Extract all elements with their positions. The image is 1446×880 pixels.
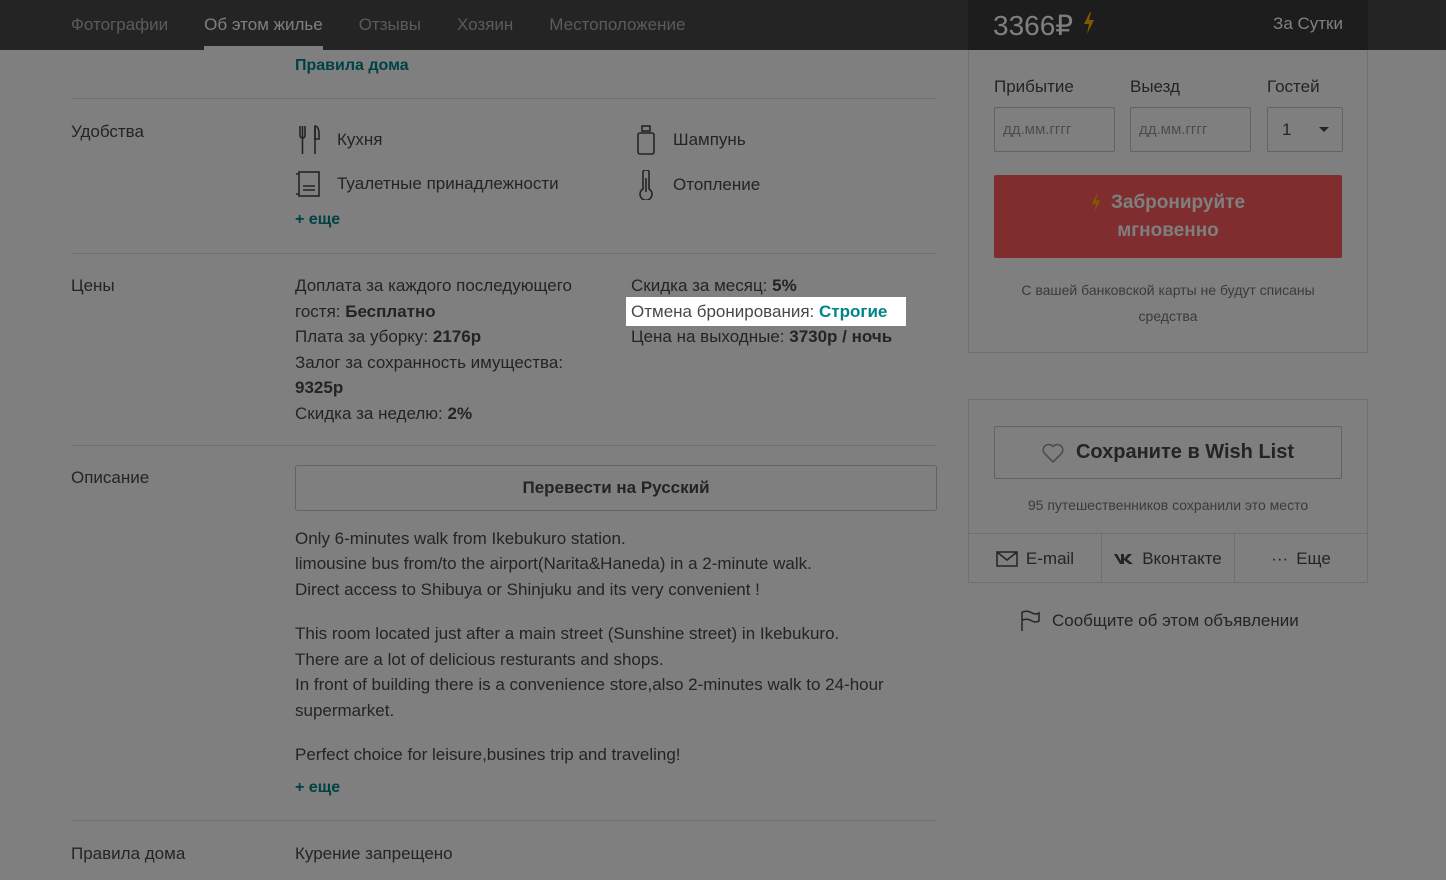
description-line: Perfect choice for leisure,busines trip … — [295, 745, 681, 764]
instant-book-button[interactable]: Забронируйте мгновенно — [994, 175, 1342, 258]
booking-card: Прибытие Выезд Гостей дд.мм.гггг дд.мм.г… — [968, 50, 1368, 353]
description-line: Direct access to Shibuya or Shinjuku and… — [295, 580, 760, 599]
toiletries-icon — [296, 171, 320, 197]
cleaning-fee-label: Плата за уборку: — [295, 327, 433, 346]
amenity-label: Кухня — [337, 130, 383, 149]
wishlist-card: Сохраните в Wish List 95 путешественнико… — [968, 399, 1368, 583]
weekend-price: Цена на выходные: 3730р / ночь — [631, 324, 892, 350]
divider — [71, 445, 936, 446]
house-rules-link[interactable]: Правила дома — [295, 57, 409, 75]
cancellation-label: Отмена бронирования: — [631, 302, 819, 321]
description-line: In front of building there is a convenie… — [295, 675, 884, 694]
divider — [71, 253, 936, 254]
amenities-label: Удобства — [71, 122, 144, 141]
tab-about[interactable]: Об этом жилье — [204, 0, 323, 50]
save-wishlist-label: Сохраните в Wish List — [1075, 441, 1295, 463]
description-more-link[interactable]: + еще — [295, 779, 340, 797]
flag-icon — [1021, 610, 1040, 631]
guests-select[interactable]: 1 — [1267, 107, 1343, 152]
nav-tabs: Фотографии Об этом жилье Отзывы Хозяин М… — [71, 0, 721, 50]
listing-page: Фотографии Об этом жилье Отзывы Хозяин М… — [0, 0, 1446, 880]
guests-value: 1 — [1282, 120, 1292, 139]
chevron-down-icon — [1319, 127, 1329, 132]
lightning-icon — [1091, 193, 1101, 213]
amenity-label: Отопление — [673, 175, 761, 194]
report-label: Сообщите об этом объявлении — [1052, 611, 1299, 630]
top-nav: Фотографии Об этом жилье Отзывы Хозяин М… — [0, 0, 1446, 50]
extra-guest-value: Бесплатно — [345, 301, 436, 321]
nightly-price: 3366₽ — [993, 10, 1074, 41]
book-button-label: Забронируйте — [1110, 192, 1246, 213]
share-label: Еще — [1296, 548, 1331, 568]
heating-icon — [639, 170, 653, 200]
share-label: E-mail — [1025, 548, 1075, 568]
envelope-icon — [996, 550, 1018, 567]
weekly-discount-label: Скидка за неделю: — [295, 403, 448, 423]
guests-label: Гостей — [1267, 77, 1320, 96]
divider — [71, 820, 936, 821]
description-line: Only 6-minutes walk from Ikebukuro stati… — [295, 529, 626, 548]
weekend-price-label: Цена на выходные: — [631, 327, 790, 346]
cancellation-policy: Отмена бронирования: Строгие — [631, 299, 887, 325]
divider — [71, 98, 936, 99]
kitchen-icon — [299, 125, 320, 154]
tab-reviews[interactable]: Отзывы — [359, 0, 421, 50]
amenity-toiletries: Туалетные принадлежности — [295, 170, 559, 198]
vk-icon — [1114, 553, 1134, 565]
share-row: E-mail Вконтакте ··· Еще — [969, 533, 1367, 583]
description-line: There are a lot of delicious resturants … — [295, 650, 664, 669]
deposit-value: 9325р — [295, 378, 344, 397]
weekend-price-value: 3730р / ночь — [789, 327, 893, 346]
tab-photos[interactable]: Фотографии — [71, 0, 168, 50]
report-listing-link[interactable]: Сообщите об этом объявлении — [1020, 610, 1299, 632]
amenity-shampoo: Шампунь — [635, 125, 746, 155]
monthly-discount-value: 5% — [772, 276, 797, 295]
checkout-input[interactable]: дд.мм.гггг — [1130, 107, 1251, 152]
checkin-input[interactable]: дд.мм.гггг — [994, 107, 1115, 152]
book-button-line: Забронируйте — [994, 189, 1342, 217]
description-label: Описание — [71, 468, 150, 487]
translate-button[interactable]: Перевести на Русский — [295, 465, 937, 511]
amenities-more-link[interactable]: + еще — [295, 211, 340, 229]
shampoo-icon — [637, 125, 655, 155]
share-more-button[interactable]: ··· Еще — [1235, 534, 1367, 583]
wishlist-count: 95 путешественников сохранили это место — [1027, 497, 1309, 513]
cancellation-policy-link[interactable]: Строгие — [819, 302, 887, 321]
share-email-button[interactable]: E-mail — [969, 534, 1102, 583]
instant-book-icon — [1083, 12, 1095, 39]
share-label: Вконтакте — [1142, 548, 1222, 568]
ellipsis-icon: ··· — [1271, 548, 1289, 568]
extra-guest-label-cont: гостя: — [295, 301, 346, 321]
checkin-label: Прибытие — [994, 77, 1074, 96]
prices-label: Цены — [71, 276, 115, 295]
amenity-label: Туалетные принадлежности — [337, 174, 559, 193]
heart-icon — [1042, 443, 1064, 463]
monthly-discount-label: Скидка за месяц: — [631, 276, 773, 295]
price-period: За Сутки — [1273, 14, 1343, 33]
book-button-label-2: мгновенно — [1117, 220, 1219, 241]
house-rule-item: Курение запрещено — [295, 844, 453, 863]
extra-guest-label: Доплата за каждого последующего — [295, 276, 572, 295]
cleaning-fee-value: 2176р — [432, 327, 482, 346]
booking-note-line: средства — [1138, 308, 1198, 324]
monthly-discount: Скидка за месяц: 5% — [631, 273, 797, 299]
share-vk-button[interactable]: Вконтакте — [1102, 534, 1235, 583]
checkout-label: Выезд — [1130, 77, 1180, 96]
amenity-kitchen: Кухня — [297, 125, 383, 155]
tab-location[interactable]: Местоположение — [549, 0, 685, 50]
deposit-label: Залог за сохранность имущества: — [295, 352, 564, 372]
amenity-heating: Отопление — [637, 170, 760, 200]
description-line: supermarket. — [295, 701, 395, 720]
prices-left-column: Доплата за каждого последующего гостя: Б… — [295, 273, 572, 426]
booking-note-line: С вашей банковской карты не будут списан… — [1021, 282, 1315, 298]
description-line: limousine bus from/to the airport(Narita… — [295, 554, 812, 573]
tab-host[interactable]: Хозяин — [457, 0, 513, 50]
description-line: This room located just after a main stre… — [295, 624, 840, 643]
booking-note: С вашей банковской карты не будут списан… — [994, 277, 1342, 329]
house-rules-label: Правила дома — [71, 844, 186, 863]
save-wishlist-button[interactable]: Сохраните в Wish List — [994, 426, 1342, 479]
amenity-label: Шампунь — [673, 130, 746, 149]
weekly-discount-value: 2% — [447, 403, 473, 423]
price-bar: 3366₽ За Сутки — [968, 0, 1368, 50]
